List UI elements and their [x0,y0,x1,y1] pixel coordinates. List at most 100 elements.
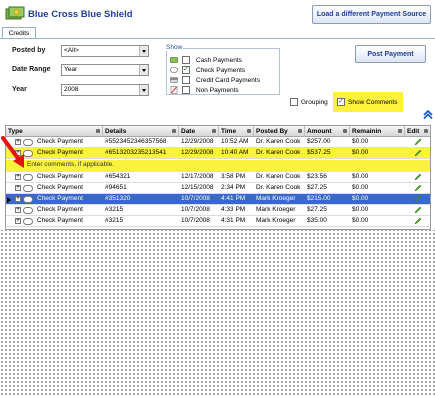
post-payment-button[interactable]: Post Payment [355,45,426,63]
cell-details: #654321 [105,173,131,180]
cell-time: 3:58 PM [221,173,246,180]
date-range-select[interactable]: Year [61,64,149,76]
cell-date: 12/29/2008 [181,149,214,156]
column-header-details[interactable]: Details [103,126,179,137]
pin-icon [298,129,302,133]
edit-pencil-icon[interactable] [414,217,422,225]
cell-amount: $27.25 [307,206,327,213]
year-select[interactable]: 2008 [61,84,149,96]
chevron-down-icon[interactable] [139,85,148,95]
column-header-date[interactable]: Date [179,126,219,137]
grouping-checkbox[interactable] [290,98,298,106]
table-row[interactable]: + Check Payment #351320 10/7/2008 4:41 PM Mar… [6,194,430,205]
expand-row-icon[interactable]: + [15,196,21,202]
cell-remaining: $0.00 [352,138,369,145]
column-header-remaining[interactable]: Remainin [350,126,405,137]
non-payments-label: Non Payments [196,87,239,94]
table-row[interactable]: + Check Payment #3215 10/7/2008 4:33 PM Mark … [6,205,430,216]
cell-type: Check Payment [37,217,83,224]
edit-pencil-icon[interactable] [414,184,422,192]
comment-row[interactable]: Enter comments, if applicable. [6,160,430,172]
column-header-time[interactable]: Time [219,126,254,137]
cell-date: 10/7/2008 [181,217,210,224]
cell-time: 10:40 AM [221,149,249,156]
column-header-posted-by[interactable]: Posted By [254,126,305,137]
pin-icon [343,129,347,133]
edit-pencil-icon[interactable] [414,206,422,214]
pin-icon [424,129,428,133]
cell-type: Check Payment [37,173,83,180]
edit-pencil-icon[interactable] [414,195,422,203]
red-arrow-icon [1,136,24,168]
check-payment-icon [23,196,33,203]
edit-pencil-icon[interactable] [414,173,422,181]
expand-row-icon[interactable]: + [15,207,21,213]
tab-divider [0,38,435,39]
expand-row-icon[interactable]: + [15,218,21,224]
grid-header: Type Details Date Time Posted By Amount … [6,126,430,137]
check-payment-icon [23,207,33,214]
payment-panel: Blue Cross Blue Shield Load a different … [0,0,435,230]
show-comments-label: Show Comments [348,99,398,106]
cell-remaining: $0.00 [352,217,369,224]
pin-icon [398,129,402,133]
table-row[interactable]: + Check Payment #6513203235213541 12/29/200… [6,148,430,159]
chevron-down-icon[interactable] [139,65,148,75]
cell-posted-by: Mark Kroeger [256,217,296,224]
table-row[interactable]: + Check Payment #94651 12/15/2008 2:34 PM Dr.… [6,183,430,194]
cell-date: 12/17/2008 [181,173,214,180]
check-icon [170,66,178,74]
expand-row-icon[interactable]: + [15,185,21,191]
page-title: Blue Cross Blue Shield [28,9,133,20]
cell-amount: $27.25 [307,184,327,191]
non-payments-checkbox[interactable] [182,86,190,94]
year-value: 2008 [64,86,79,93]
pin-icon [247,129,251,133]
column-header-amount[interactable]: Amount [305,126,350,137]
cell-details: #351320 [105,195,131,202]
chevron-down-icon[interactable] [139,46,148,56]
posted-by-select[interactable]: <All> [61,45,149,57]
column-label: Date [181,128,196,135]
cell-amount: $35.00 [307,217,327,224]
cell-date: 12/15/2008 [181,184,214,191]
cell-remaining: $0.00 [352,184,369,191]
cell-time: 2:34 PM [221,184,246,191]
show-comments-checkbox[interactable]: ✓ [337,98,345,106]
cell-type: Check Payment [37,149,83,156]
posted-by-label: Posted by [12,47,46,54]
cell-details: #6513203235213541 [105,149,167,156]
load-payment-source-button[interactable]: Load a different Payment Source [312,5,431,24]
table-row[interactable]: + Check Payment #3215 10/7/2008 4:31 PM Mark … [6,216,430,227]
expand-row-icon[interactable]: + [15,174,21,180]
payments-grid: Type Details Date Time Posted By Amount … [5,125,431,230]
pin-icon [96,129,100,133]
credit-card-payments-label: Credit Card Payments [196,77,260,84]
show-group-legend: Show [165,44,184,51]
credit-card-icon [170,77,178,83]
table-row[interactable]: + Check Payment #654321 12/17/2008 3:58 PM Dr… [6,172,430,183]
column-header-edit[interactable]: Edit [405,126,430,137]
cell-posted-by: Mark Kroeger [256,195,296,202]
cell-posted-by: Dr. Karen Cook [256,173,301,180]
comment-placeholder[interactable]: Enter comments, if applicable. [27,161,114,168]
column-label: Posted By [256,128,288,135]
cash-payments-label: Cash Payments [196,57,242,64]
check-payments-label: Check Payments [196,67,246,74]
date-range-label: Date Range [12,66,51,73]
edit-pencil-icon[interactable] [414,149,422,157]
cash-payments-checkbox[interactable] [182,56,190,64]
table-row[interactable]: + Check Payment #5523452346357568 12/29/200… [6,137,430,148]
credit-card-payments-checkbox[interactable] [182,76,190,84]
collapse-up-icon[interactable] [423,110,433,119]
check-payments-checkbox[interactable]: ✓ [182,66,190,74]
year-label: Year [12,86,27,93]
cell-amount: $215.00 [307,195,331,202]
edit-pencil-icon[interactable] [414,138,422,146]
column-label: Type [8,128,23,135]
cell-details: #5523452346357568 [105,138,167,145]
cell-date: 12/29/2008 [181,138,214,145]
cell-remaining: $0.00 [352,149,369,156]
cell-amount: $257.00 [307,138,331,145]
cell-amount: $537.25 [307,149,331,156]
